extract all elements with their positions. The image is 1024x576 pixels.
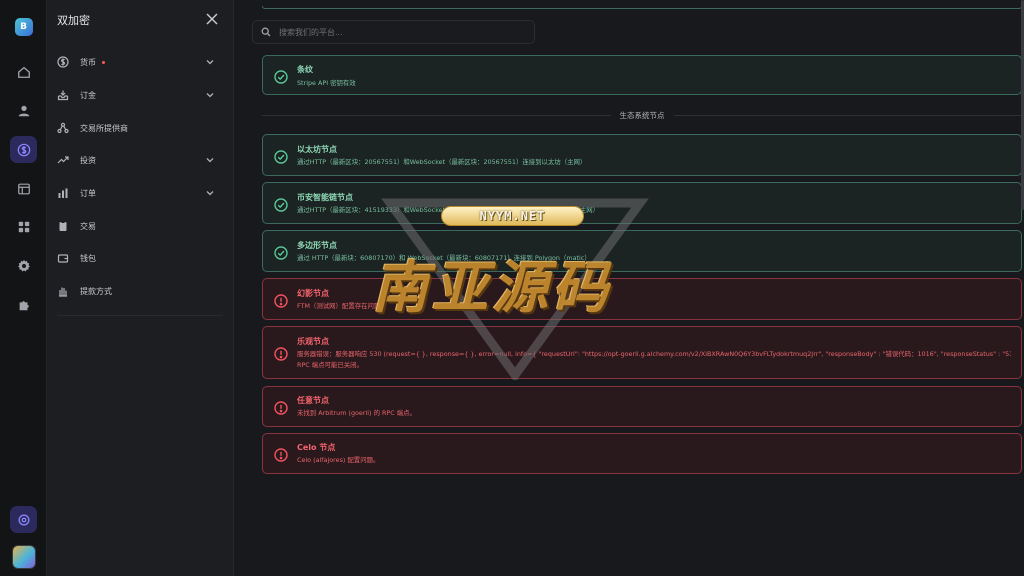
inbox-icon xyxy=(57,89,69,101)
sidebar-item-label: 提款方式 xyxy=(80,286,112,296)
chevron-down-icon xyxy=(205,188,215,198)
alert-circle-icon xyxy=(274,400,288,415)
status-card-bsc: 币安智能链节点 通过HTTP（最新区块：41519333）和WebSocket（… xyxy=(262,182,1022,224)
bar-chart-icon xyxy=(57,187,69,199)
check-circle-icon xyxy=(274,69,288,84)
card-title: Celo 节点 xyxy=(297,443,336,452)
sidebar-item-invest[interactable]: 投资 xyxy=(57,151,223,169)
card-title: 币安智能链节点 xyxy=(297,193,353,202)
nodes-icon xyxy=(57,122,69,134)
search-placeholder: 搜索我们的平台... xyxy=(279,27,343,37)
notification-dot xyxy=(102,60,105,64)
dashboard-icon[interactable] xyxy=(10,58,37,85)
coin-icon xyxy=(57,56,69,68)
alert-circle-icon xyxy=(274,447,288,462)
gear-icon[interactable] xyxy=(10,252,37,279)
settings-badge-icon[interactable] xyxy=(10,506,37,533)
watermark-text: 南亚源码 xyxy=(372,256,612,321)
card-title: 多边形节点 xyxy=(297,241,337,250)
status-card-ethereum: 以太坊节点 通过HTTP（最新区块：20567551）和WebSocket（最新… xyxy=(262,134,1022,176)
chevron-down-icon xyxy=(205,90,215,100)
card-description: 未找到 Arbitrum (goerli) 的 RPC 端点。 xyxy=(297,409,416,417)
sidebar-item-trade[interactable]: 交易 xyxy=(57,217,223,235)
card-title: 任意节点 xyxy=(297,396,329,405)
puzzle-icon[interactable] xyxy=(10,291,37,318)
apps-icon[interactable] xyxy=(10,213,37,240)
status-card-stripe: 条纹 Stripe API 密钥有效 xyxy=(262,55,1022,95)
sidebar-panel: 双加密 货币 订金 交易所提供商 投资 订单 交易 钱包 提款方式 xyxy=(47,0,234,576)
icon-rail: B xyxy=(0,0,47,576)
close-icon[interactable] xyxy=(205,11,219,25)
card-description: 服务器错误：服务器响应 530 (request={ }, response={… xyxy=(297,350,1011,358)
sidebar-item-label: 交易所提供商 xyxy=(80,123,128,133)
card-description: Celo (alfajores) 配置问题。 xyxy=(297,456,380,464)
card-description: Stripe API 密钥有效 xyxy=(297,79,356,87)
app-logo[interactable]: B xyxy=(10,13,37,40)
table-icon[interactable] xyxy=(10,175,37,202)
trend-icon xyxy=(57,154,69,166)
chevron-down-icon xyxy=(205,155,215,165)
card-edge xyxy=(262,6,1022,9)
sidebar-item-label: 投资 xyxy=(80,155,96,165)
card-title: 条纹 xyxy=(297,65,313,74)
check-circle-icon xyxy=(274,149,288,164)
dollar-icon[interactable] xyxy=(10,136,37,163)
card-description: 通过HTTP（最新区块：20567551）和WebSocket（最新区块：205… xyxy=(297,158,587,166)
sidebar-item-label: 订单 xyxy=(80,188,96,198)
divider xyxy=(57,315,223,316)
sidebar-item-label: 订金 xyxy=(80,90,96,100)
status-card-celo: Celo 节点 Celo (alfajores) 配置问题。 xyxy=(262,433,1022,474)
check-circle-icon xyxy=(274,197,288,212)
avatar xyxy=(11,544,36,569)
hand-icon xyxy=(57,285,69,297)
alert-circle-icon xyxy=(274,293,288,308)
sidebar-item-orders[interactable]: 订单 xyxy=(57,184,223,202)
check-circle-icon xyxy=(274,245,288,260)
sidebar-item-label: 钱包 xyxy=(80,253,96,263)
logo-icon: B xyxy=(14,17,33,36)
search-icon xyxy=(261,27,271,37)
section-title: 生态系统节点 xyxy=(619,110,665,120)
sidebar-item-currency[interactable]: 货币 xyxy=(57,53,223,71)
wallet-icon xyxy=(57,252,69,264)
sidebar-item-wallet[interactable]: 钱包 xyxy=(57,249,223,267)
watermark-badge: NYYM.NET xyxy=(441,206,584,226)
chevron-down-icon xyxy=(205,57,215,67)
status-card-optimism: 乐观节点 服务器错误：服务器响应 530 (request={ }, respo… xyxy=(262,326,1022,379)
user-avatar[interactable] xyxy=(10,543,37,570)
panel-title: 双加密 xyxy=(57,14,90,27)
sidebar-item-exchange-provider[interactable]: 交易所提供商 xyxy=(57,119,223,137)
section-header: 生态系统节点 xyxy=(262,108,1022,122)
sidebar-item-label: 交易 xyxy=(80,221,96,231)
sidebar-item-withdraw-method[interactable]: 提款方式 xyxy=(57,282,223,300)
user-icon[interactable] xyxy=(10,97,37,124)
sidebar-item-deposit[interactable]: 订金 xyxy=(57,86,223,104)
sidebar-item-label: 货币 xyxy=(80,57,96,67)
card-title: 乐观节点 xyxy=(297,337,329,346)
alert-circle-icon xyxy=(274,346,288,361)
search-input[interactable]: 搜索我们的平台... xyxy=(252,20,535,44)
card-title: 以太坊节点 xyxy=(297,145,337,154)
card-title: 幻影节点 xyxy=(297,289,329,298)
status-card-arbitrum: 任意节点 未找到 Arbitrum (goerli) 的 RPC 端点。 xyxy=(262,386,1022,427)
clipboard-icon xyxy=(57,220,69,232)
card-description: 通过HTTP（最新区块：41519333）和WebSocket（最新区块：415… xyxy=(297,205,1011,216)
card-description-extra: RPC 端点可能已关闭。 xyxy=(297,361,363,369)
